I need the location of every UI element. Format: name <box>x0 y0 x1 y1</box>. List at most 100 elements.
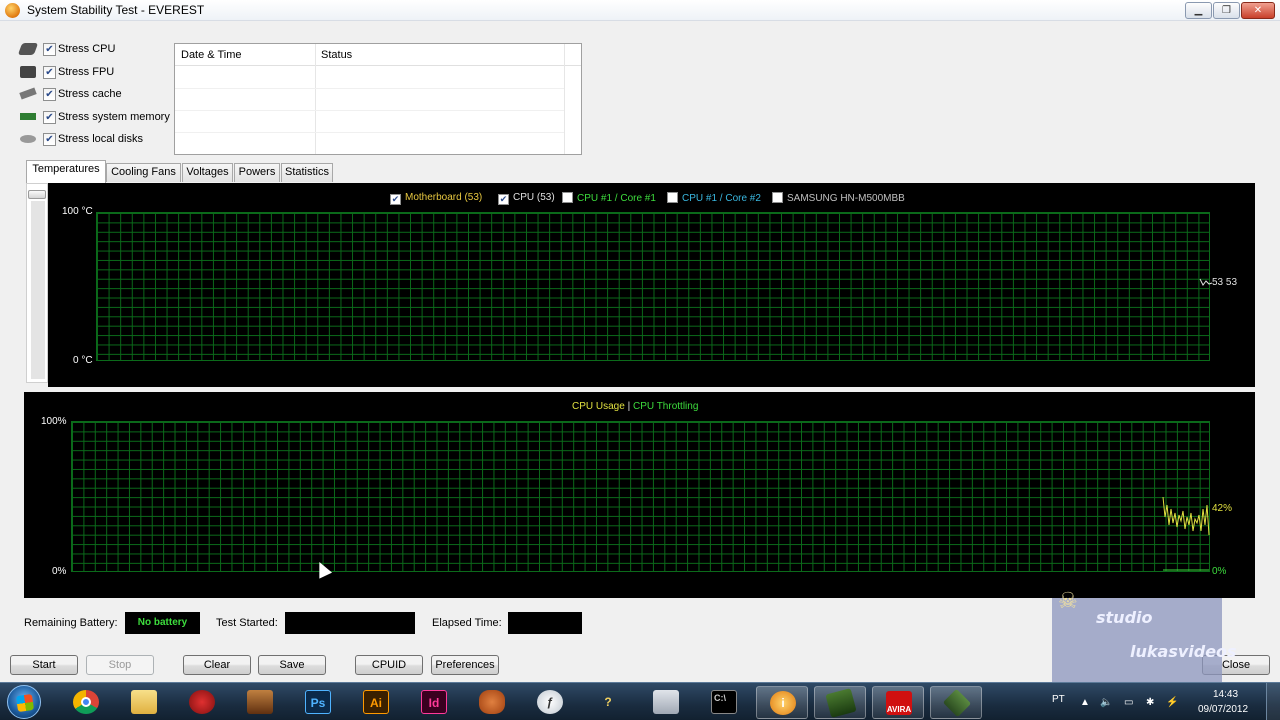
show-hidden-icons-icon[interactable]: ▲ <box>1080 697 1090 708</box>
stress-disks-checkbox[interactable]: ✔ <box>43 133 56 146</box>
save-button[interactable]: Save <box>258 655 326 675</box>
portrait-app-icon[interactable] <box>234 686 286 719</box>
graph-slider-thumb[interactable] <box>28 190 46 199</box>
cpuid-button[interactable]: CPUID <box>355 655 423 675</box>
column-divider <box>315 44 316 154</box>
minimize-icon: ▁ <box>1194 5 1203 16</box>
taskbar: Ps Ai Id ƒ ? C:\ i AVIRA PT ▲ 🔈 ▭ ✱ ⚡ 14… <box>0 682 1280 720</box>
legend-core1-label: CPU #1 / Core #1 <box>577 193 656 204</box>
flash-icon[interactable]: ƒ <box>524 686 576 719</box>
show-desktop-button[interactable] <box>1266 683 1280 720</box>
avira-icon[interactable]: AVIRA <box>872 686 924 719</box>
cpu-icon <box>17 43 39 55</box>
legend-core2-checkbox[interactable] <box>667 192 678 203</box>
pc-icon[interactable] <box>640 686 692 719</box>
clock-date[interactable]: 09/07/2012 <box>1198 704 1248 715</box>
column-date-time[interactable]: Date & Time <box>181 49 242 61</box>
legend-disk-checkbox[interactable] <box>772 192 783 203</box>
stress-fpu-checkbox[interactable]: ✔ <box>43 66 56 79</box>
graph-slider-track[interactable] <box>31 201 45 379</box>
skull-icon: ☠ <box>1058 588 1078 613</box>
legend-disk[interactable]: SAMSUNG HN-M500MBB <box>772 192 905 204</box>
stress-disks-option[interactable]: ✔ Stress local disks <box>20 130 180 150</box>
stress-memory-checkbox[interactable]: ✔ <box>43 111 56 124</box>
stress-cache-option[interactable]: ✔ Stress cache <box>19 85 180 105</box>
cpu-usage-value: 42% <box>1212 503 1233 514</box>
stress-memory-option[interactable]: ✔ Stress system memory <box>20 108 180 128</box>
watermark-line1: studio <box>1096 608 1153 627</box>
volume-icon[interactable]: 🔈 <box>1100 697 1112 708</box>
bluetooth-icon[interactable]: ✱ <box>1146 697 1154 708</box>
stress-fpu-option[interactable]: ✔ Stress FPU <box>20 63 180 83</box>
tab-powers[interactable]: Powers <box>234 163 280 182</box>
tab-voltages[interactable]: Voltages <box>182 163 233 182</box>
temperature-min-label: 0 °C <box>73 355 93 366</box>
avira-text: AVIRA <box>886 691 912 715</box>
indesign-text: Id <box>421 690 447 714</box>
start-button-orb[interactable] <box>7 685 41 719</box>
network-icon[interactable]: ▭ <box>1124 697 1133 708</box>
preferences-button[interactable]: Preferences <box>431 655 499 675</box>
title-bar: System Stability Test - EVEREST ▁ ❐ ✕ <box>0 0 1280 21</box>
clock-time[interactable]: 14:43 <box>1213 689 1238 700</box>
disk-icon <box>20 135 36 143</box>
legend-separator: | <box>627 401 631 412</box>
row-line <box>175 132 564 133</box>
stop-button[interactable]: Stop <box>86 655 154 675</box>
tab-cooling-fans[interactable]: Cooling Fans <box>106 163 181 182</box>
restore-button[interactable]: ❐ <box>1213 2 1240 19</box>
help-tool-icon[interactable]: ? <box>582 686 634 719</box>
fpu-icon <box>20 66 36 78</box>
clear-button[interactable]: Clear <box>183 655 251 675</box>
start-button[interactable]: Start <box>10 655 78 675</box>
row-line <box>175 110 564 111</box>
test-started-value <box>285 612 415 634</box>
legend-core2-label: CPU #1 / Core #2 <box>682 193 761 204</box>
photoshop-icon[interactable]: Ps <box>292 686 344 719</box>
everest-app-icon <box>5 3 20 18</box>
stress-cpu-label: Stress CPU <box>58 43 116 55</box>
legend-core2[interactable]: CPU #1 / Core #2 <box>667 192 761 204</box>
stress-cpu-option[interactable]: ✔ Stress CPU <box>17 40 180 60</box>
close-icon: ✕ <box>1253 5 1263 16</box>
language-indicator[interactable]: PT <box>1052 694 1065 705</box>
cpu-usage-grid <box>71 421 1210 572</box>
legend-motherboard-checkbox[interactable]: ✔ <box>390 194 401 205</box>
legend-motherboard[interactable]: ✔ Motherboard (53) <box>390 192 482 205</box>
legend-cpu-usage: CPU Usage <box>572 401 625 412</box>
stress-cache-label: Stress cache <box>58 88 122 100</box>
tab-temperatures[interactable]: Temperatures <box>26 160 106 183</box>
legend-cpu[interactable]: ✔ CPU (53) <box>498 192 555 205</box>
cpu-usage-trace <box>1162 496 1210 571</box>
stress-cpu-checkbox[interactable]: ✔ <box>43 43 56 56</box>
chrome-icon[interactable] <box>60 686 112 719</box>
close-window-button[interactable]: ✕ <box>1241 2 1275 19</box>
stress-fpu-label: Stress FPU <box>58 66 115 78</box>
watermark-line2: lukasvideos <box>1130 642 1237 661</box>
cache-icon <box>19 87 37 100</box>
illustrator-text: Ai <box>363 690 389 714</box>
indesign-icon[interactable]: Id <box>408 686 460 719</box>
log-table[interactable]: Date & Time Status <box>174 43 582 155</box>
legend-core1[interactable]: CPU #1 / Core #1 <box>562 192 656 204</box>
cmd-icon[interactable]: C:\ <box>698 686 750 719</box>
legend-core1-checkbox[interactable] <box>562 192 573 203</box>
temperature-grid <box>96 212 1210 361</box>
stress-cache-checkbox[interactable]: ✔ <box>43 88 56 101</box>
everest-icon[interactable]: i <box>756 686 808 719</box>
window-title: System Stability Test - EVEREST <box>27 3 205 17</box>
tab-statistics[interactable]: Statistics <box>281 163 333 182</box>
legend-cpu-checkbox[interactable]: ✔ <box>498 194 509 205</box>
restore-icon: ❐ <box>1222 5 1231 16</box>
power-icon[interactable]: ⚡ <box>1166 697 1178 708</box>
explorer-icon[interactable] <box>118 686 170 719</box>
memory-icon <box>20 113 36 120</box>
illustrator-icon[interactable]: Ai <box>350 686 402 719</box>
baseball-glove-icon[interactable] <box>466 686 518 719</box>
gpu-z-icon[interactable] <box>814 686 866 719</box>
log-table-header: Date & Time Status <box>175 44 581 66</box>
minimize-button[interactable]: ▁ <box>1185 2 1212 19</box>
game-icon[interactable] <box>930 686 982 719</box>
column-status[interactable]: Status <box>321 49 352 61</box>
red-app-icon[interactable] <box>176 686 228 719</box>
